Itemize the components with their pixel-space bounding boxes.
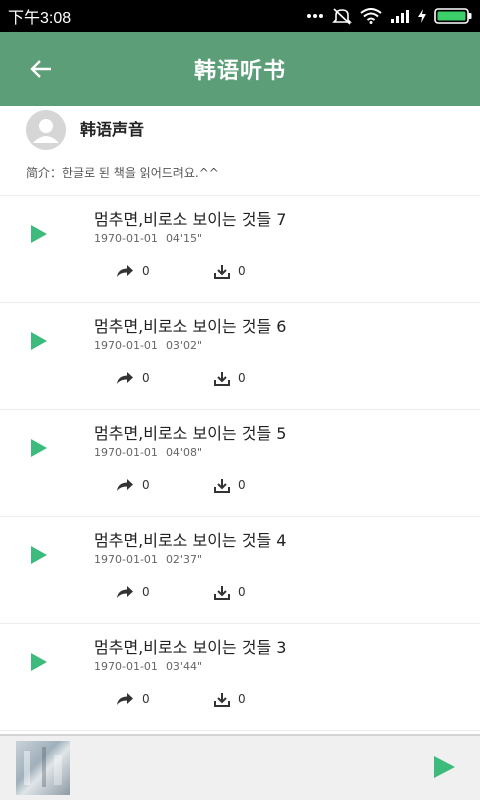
track-duration: 02'37" [165,553,203,566]
download-icon [214,692,230,707]
track-duration: 04'08" [165,446,203,459]
track-duration: 04'15" [165,232,203,245]
share-button[interactable]: 0 [116,260,150,282]
share-icon [117,586,133,598]
download-button[interactable]: 0 [214,367,246,389]
play-button[interactable] [30,331,48,351]
play-icon [31,332,47,350]
track-row[interactable]: 멈추면,비로소 보이는 것들 6 1970-01-01 03'02" 0 0 [0,303,480,410]
play-icon [31,653,47,671]
share-button[interactable]: 0 [116,581,150,603]
wifi-icon [360,8,382,24]
battery-icon [434,8,472,24]
share-count: 0 [142,585,150,599]
track-row[interactable]: 멈추면,비로소 보이는 것들 5 1970-01-01 04'08" 0 0 [0,410,480,517]
share-icon [117,693,133,705]
track-date: 1970-01-01 [94,339,158,352]
play-button[interactable] [30,438,48,458]
download-icon [214,264,230,279]
download-count: 0 [238,478,246,492]
track-meta: 1970-01-01 02'37" [94,553,202,566]
share-button[interactable]: 0 [116,367,150,389]
play-button[interactable] [30,224,48,244]
page-title: 韩语听书 [193,59,286,84]
status-time: 下午3:08 [8,10,72,27]
track-meta: 1970-01-01 03'44" [94,660,202,673]
download-count: 0 [238,264,246,278]
share-icon [117,479,133,491]
track-duration: 03'44" [165,660,203,673]
play-button[interactable] [30,545,48,565]
share-button[interactable]: 0 [116,474,150,496]
track-title: 멈추면,비로소 보이는 것들 3 [94,638,287,657]
share-count: 0 [142,371,150,385]
mini-player [0,734,480,800]
play-button[interactable] [30,652,48,672]
signal-icon [390,9,410,23]
download-button[interactable]: 0 [214,260,246,282]
channel-intro: 简介：한글로 된 책을 읽어드려요.^^ [26,166,219,180]
track-row[interactable]: 멈추면,비로소 보이는 것들 7 1970-01-01 04'15" 0 0 [0,196,480,303]
track-row[interactable]: 멈추면,비로소 보이는 것들 4 1970-01-01 02'37" 0 0 [0,517,480,624]
share-icon [117,265,133,277]
channel-name: 韩语声音 [80,120,145,139]
track-duration: 03'02" [165,339,203,352]
track-date: 1970-01-01 [94,553,158,566]
share-count: 0 [142,264,150,278]
status-icons [306,7,472,25]
download-count: 0 [238,692,246,706]
share-button[interactable]: 0 [116,688,150,710]
download-icon [214,478,230,493]
play-icon [31,439,47,457]
share-count: 0 [142,692,150,706]
track-title: 멈추면,비로소 보이는 것들 6 [94,317,287,336]
download-button[interactable]: 0 [214,581,246,603]
download-button[interactable]: 0 [214,474,246,496]
play-icon [31,225,47,243]
track-date: 1970-01-01 [94,446,158,459]
content-list[interactable]: 韩语声音 简介：한글로 된 책을 읽어드려요.^^ 멈추면,비로소 보이는 것들… [0,106,480,734]
player-play-button[interactable] [432,755,456,779]
track-row[interactable]: 멈추면,비로소 보이는 것들 3 1970-01-01 03'44" 0 0 [0,624,480,731]
download-icon [214,585,230,600]
track-date: 1970-01-01 [94,660,158,673]
track-title: 멈추면,비로소 보이는 것들 5 [94,424,287,443]
download-count: 0 [238,585,246,599]
avatar[interactable] [26,110,66,150]
user-icon [26,110,66,150]
download-icon [214,371,230,386]
track-meta: 1970-01-01 04'15" [94,232,202,245]
channel-header: 韩语声音 简介：한글로 된 책을 읽어드려요.^^ [0,106,480,196]
app-bar: 韩语听书 [0,32,480,106]
play-icon [434,756,455,778]
album-cover[interactable] [16,741,70,795]
mute-icon [332,7,352,25]
track-meta: 1970-01-01 03'02" [94,339,202,352]
share-count: 0 [142,478,150,492]
track-title: 멈추면,비로소 보이는 것들 4 [94,531,287,550]
track-date: 1970-01-01 [94,232,158,245]
track-meta: 1970-01-01 04'08" [94,446,202,459]
download-count: 0 [238,371,246,385]
play-icon [31,546,47,564]
status-bar: 下午3:08 [0,0,480,32]
more-dots-icon [306,13,324,19]
download-button[interactable]: 0 [214,688,246,710]
charging-icon [418,9,426,23]
share-icon [117,372,133,384]
track-title: 멈추면,비로소 보이는 것들 7 [94,210,287,229]
